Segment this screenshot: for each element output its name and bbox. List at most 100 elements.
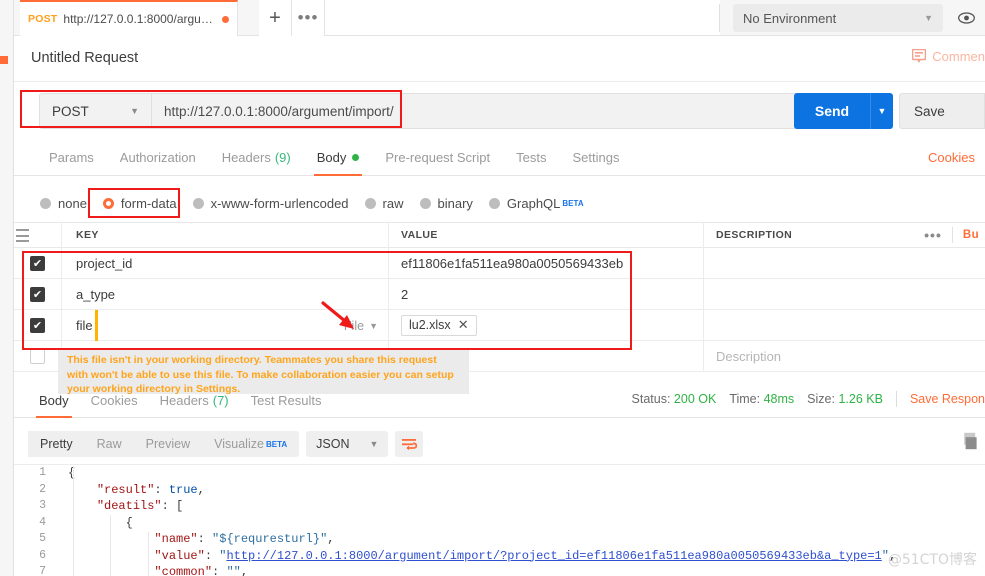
tab-settings[interactable]: Settings — [559, 139, 632, 176]
response-format-select[interactable]: JSON ▼ — [306, 431, 389, 457]
view-preview-label: Preview — [145, 437, 191, 451]
radio-binary[interactable]: binary — [419, 196, 473, 211]
header-description-label: DESCRIPTION — [716, 229, 793, 241]
response-tab-test-results-label: Test Results — [250, 392, 322, 408]
table-row[interactable]: ✔ project_id ef11806e1fa511ea980a0050569… — [14, 248, 985, 279]
row-checkbox-cell[interactable]: ✔ — [14, 279, 62, 309]
wrap-lines-button[interactable] — [395, 431, 424, 457]
cookies-link[interactable]: Cookies — [928, 150, 975, 165]
status-group: Status: 200 OK — [632, 392, 717, 406]
left-sidebar-rail — [0, 0, 14, 576]
tab-pre-request-script[interactable]: Pre-request Script — [372, 139, 503, 176]
request-tabs: Params Authorization Headers (9) Body Pr… — [14, 139, 985, 176]
bulk-edit-button[interactable]: Bu — [963, 229, 979, 241]
row-value-cell[interactable]: ef11806e1fa511ea980a0050569433eb — [389, 248, 704, 278]
row-value-cell[interactable]: 2 — [389, 279, 704, 309]
row-checkbox[interactable] — [30, 348, 45, 364]
time-group: Time: 48ms — [729, 392, 794, 406]
row-checkbox-cell[interactable]: ✔ — [14, 248, 62, 278]
row-checkbox-cell[interactable] — [14, 341, 62, 371]
view-visualize[interactable]: Visualize BETA — [202, 431, 299, 457]
url-input[interactable]: http://127.0.0.1:8000/argument/import/ — [151, 93, 821, 129]
unsaved-dot-icon — [222, 15, 229, 23]
save-response-button[interactable]: Save Respon — [910, 392, 985, 406]
tab-bar-divider — [719, 4, 720, 32]
code-indent-guide — [110, 515, 111, 576]
row-checkbox[interactable]: ✔ — [30, 255, 45, 271]
code-text: "deatils": [ — [96, 499, 184, 513]
row-description-cell[interactable] — [704, 279, 985, 309]
size-value: 1.26 KB — [838, 392, 883, 406]
file-name-label: lu2.xlsx — [409, 318, 451, 332]
row-value-cell[interactable]: lu2.xlsx ✕ — [389, 310, 704, 340]
send-options-button[interactable]: ▼ — [870, 93, 893, 129]
table-actions-divider — [951, 227, 953, 243]
code-line: 4 { — [14, 515, 985, 532]
radio-graphql[interactable]: GraphQL BETA — [488, 196, 584, 211]
tab-headers[interactable]: Headers (9) — [209, 139, 304, 176]
row-active-marker — [95, 310, 98, 341]
request-tab-active[interactable]: POST http://127.0.0.1:8000/argume... — [20, 0, 238, 36]
radio-x-www-form-urlencoded[interactable]: x-www-form-urlencoded — [192, 196, 349, 211]
tab-headers-label: Headers — [221, 149, 271, 165]
tab-tests[interactable]: Tests — [503, 139, 559, 176]
tab-body[interactable]: Body — [304, 139, 373, 176]
file-warning-tooltip: This file isn't in your working director… — [58, 350, 469, 395]
row-description-cell[interactable] — [704, 310, 985, 340]
radio-dot-icon — [419, 198, 431, 209]
sidebar-accent-marker — [0, 56, 8, 64]
radio-none-label: none — [58, 196, 87, 211]
view-raw-label: Raw — [96, 437, 122, 451]
response-body-code[interactable]: 1 { 2 "result": true, 3 "deatils": [ 4 {… — [14, 464, 985, 576]
wrap-lines-icon — [402, 438, 418, 450]
drag-handle-icon[interactable] — [16, 229, 29, 242]
status-value: 200 OK — [673, 392, 717, 406]
view-pretty[interactable]: Pretty — [28, 431, 85, 457]
row-key-value: file — [76, 317, 93, 333]
row-checkbox[interactable]: ✔ — [30, 286, 45, 302]
row-checkbox[interactable]: ✔ — [30, 317, 45, 333]
response-tab-body-label: Body — [39, 392, 69, 408]
view-preview[interactable]: Preview — [134, 431, 202, 457]
time-label: Time: — [729, 392, 761, 406]
radio-none[interactable]: none — [40, 196, 87, 211]
table-row-file[interactable]: ✔ file File ▼ lu2.xlsx ✕ — [14, 229, 985, 341]
code-text: "common": "", — [154, 565, 249, 576]
header-value: VALUE — [389, 222, 704, 248]
tab-bar: POST http://127.0.0.1:8000/argume... + •… — [14, 0, 985, 36]
tab-authorization[interactable]: Authorization — [107, 139, 209, 176]
table-options-button[interactable]: ••• — [924, 228, 942, 242]
code-line: 7 "common": "", — [14, 564, 985, 576]
line-number: 7 — [39, 565, 46, 576]
radio-raw[interactable]: raw — [364, 196, 404, 211]
chevron-down-icon: ▼ — [369, 320, 378, 331]
new-tab-button[interactable]: + — [259, 0, 292, 36]
save-button[interactable]: Save — [899, 93, 985, 129]
copy-response-button[interactable] — [959, 432, 977, 454]
row-value-text: 2 — [401, 286, 409, 302]
row-key-value: a_type — [76, 286, 116, 302]
tab-params[interactable]: Params — [36, 139, 107, 176]
row-description-cell[interactable] — [704, 248, 985, 278]
request-title-row: Untitled Request Commen — [14, 36, 985, 82]
view-raw[interactable]: Raw — [85, 431, 134, 457]
file-chip[interactable]: lu2.xlsx ✕ — [401, 314, 477, 336]
comments-button[interactable]: Commen — [912, 49, 985, 64]
code-line: 6 "value": "http://127.0.0.1:8000/argume… — [14, 548, 985, 565]
code-text: "name": "${requresturl}", — [154, 532, 335, 546]
send-button[interactable]: Send — [794, 93, 870, 129]
radio-dot-selected-icon — [102, 198, 114, 209]
table-row[interactable]: ✔ a_type 2 — [14, 279, 985, 310]
radio-dot-icon — [192, 198, 204, 209]
radio-form-data[interactable]: form-data — [102, 196, 177, 211]
http-method-select[interactable]: POST ▼ — [39, 93, 151, 129]
size-group: Size: 1.26 KB — [807, 392, 883, 406]
environment-quick-look-button[interactable] — [951, 4, 981, 32]
close-icon[interactable]: ✕ — [458, 317, 469, 333]
row-description-cell[interactable]: Description — [704, 341, 985, 371]
row-key-cell[interactable]: project_id — [62, 248, 389, 278]
row-checkbox-cell[interactable]: ✔ — [14, 229, 62, 340]
environment-select[interactable]: No Environment ▼ — [733, 4, 943, 32]
tab-options-button[interactable]: ••• — [292, 0, 325, 36]
radio-graphql-label: GraphQL — [506, 196, 561, 211]
